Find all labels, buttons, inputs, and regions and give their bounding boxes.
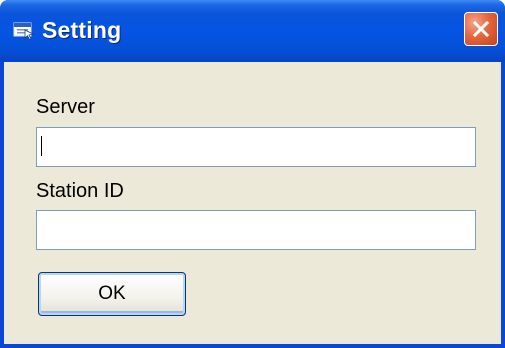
window-bottom-border xyxy=(0,344,505,348)
server-label: Server xyxy=(36,96,95,118)
window-app-icon xyxy=(13,20,35,40)
station-id-input[interactable] xyxy=(36,210,476,250)
settings-dialog: Setting Server Station ID OK xyxy=(0,0,505,348)
title-bar[interactable]: Setting xyxy=(0,0,505,62)
text-caret xyxy=(41,136,42,156)
server-input[interactable] xyxy=(36,127,476,167)
dialog-body: Server Station ID OK xyxy=(4,62,501,344)
ok-button[interactable]: OK xyxy=(38,272,186,316)
window-title: Setting xyxy=(42,17,122,43)
close-button[interactable] xyxy=(464,12,498,46)
close-icon xyxy=(473,21,489,37)
station-id-label: Station ID xyxy=(36,180,124,202)
